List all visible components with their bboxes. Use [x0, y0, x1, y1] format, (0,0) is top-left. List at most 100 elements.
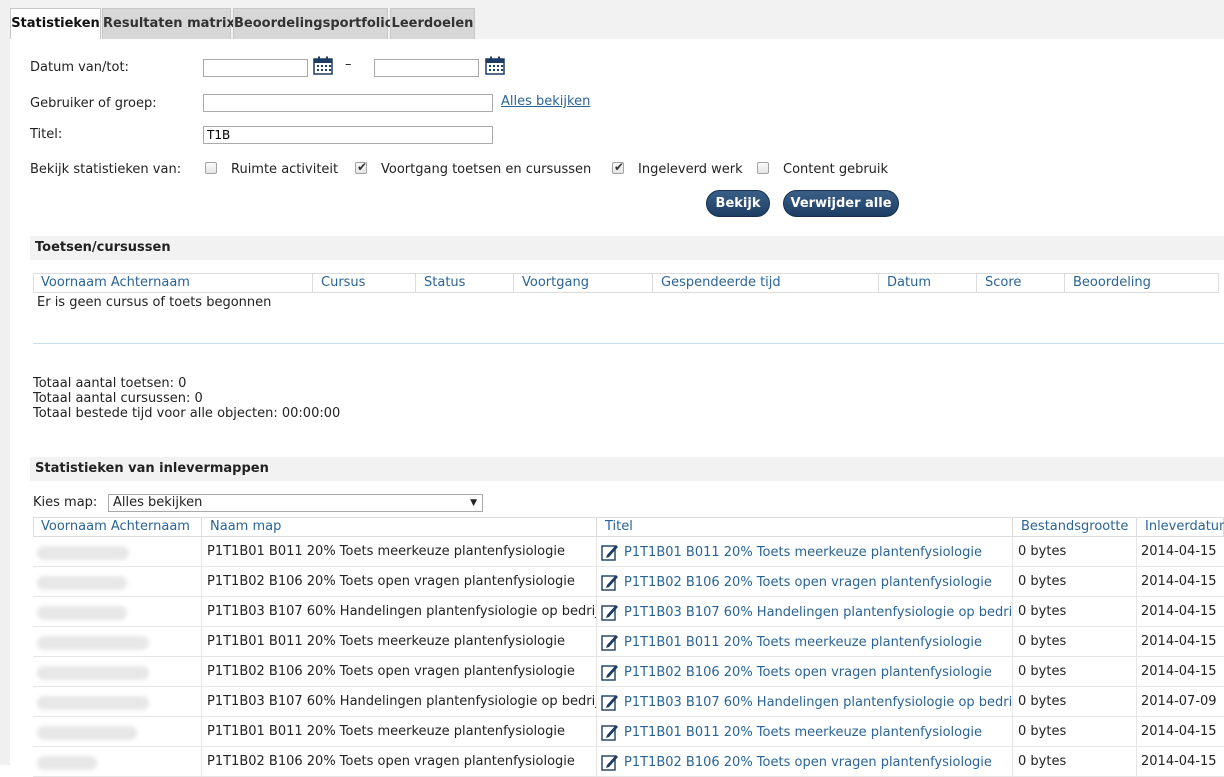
- file-size-cell: 0 bytes: [1013, 537, 1137, 567]
- file-size-cell: 0 bytes: [1013, 687, 1137, 717]
- edit-icon[interactable]: [601, 723, 619, 741]
- file-size-cell: 0 bytes: [1013, 567, 1137, 597]
- title-link[interactable]: P1T1B02 B106 20% Toets open vragen plant…: [624, 748, 992, 777]
- tab-bar: Statistieken Resultaten matrix Beoordeli…: [10, 0, 1224, 39]
- column-header[interactable]: Datum: [880, 274, 977, 292]
- tab-statistieken[interactable]: Statistieken: [10, 8, 101, 39]
- stats-of-label: Bekijk statistieken van:: [30, 162, 182, 177]
- checkbox-ingeleverd-werk[interactable]: ✔: [612, 160, 625, 174]
- submission-date-cell: 2014-04-15: [1141, 544, 1217, 559]
- user-input[interactable]: [203, 94, 493, 112]
- table-row: P1T1B02 B106 20% Toets open vragen plant…: [33, 567, 1224, 597]
- edit-icon[interactable]: [601, 753, 619, 771]
- table-row: P1T1B01 B011 20% Toets meerkeuze planten…: [33, 717, 1224, 747]
- title-label: Titel:: [30, 127, 63, 142]
- title-link[interactable]: P1T1B02 B106 20% Toets open vragen plant…: [624, 658, 992, 687]
- edit-icon[interactable]: [601, 573, 619, 591]
- tab-leerdoelen[interactable]: Leerdoelen: [390, 8, 475, 39]
- checkbox-label: Voortgang toetsen en cursussen: [381, 162, 592, 177]
- title-cell: P1T1B03 B107 60% Handelingen plantenfysi…: [597, 597, 1013, 627]
- folder-name-cell: P1T1B02 B106 20% Toets open vragen plant…: [202, 657, 597, 687]
- column-header[interactable]: Bestandsgrootte: [1014, 518, 1137, 536]
- folder-name-cell: P1T1B02 B106 20% Toets open vragen plant…: [202, 567, 597, 597]
- column-header[interactable]: Inleverdatum: [1138, 518, 1224, 536]
- date-separator: –: [345, 57, 352, 72]
- title-link[interactable]: P1T1B03 B107 60% Handelingen plantenfysi…: [624, 688, 1012, 717]
- title-input[interactable]: [203, 126, 493, 144]
- total-time: Totaal bestede tijd voor alle objecten: …: [33, 406, 341, 421]
- empty-message: Er is geen cursus of toets begonnen: [37, 295, 272, 310]
- edit-icon[interactable]: [601, 693, 619, 711]
- page: Statistieken Resultaten matrix Beoordeli…: [0, 0, 1224, 777]
- submission-date-cell: 2014-04-15: [1141, 604, 1217, 619]
- title-link[interactable]: P1T1B03 B107 60% Handelingen plantenfysi…: [624, 598, 1012, 627]
- column-header[interactable]: Titel: [598, 518, 1013, 536]
- checkbox-label: Ingeleverd werk: [638, 162, 743, 177]
- column-header[interactable]: Beoordeling: [1066, 274, 1218, 292]
- edit-icon[interactable]: [601, 543, 619, 561]
- redacted-name: [37, 576, 127, 590]
- view-all-link[interactable]: Alles bekijken: [501, 94, 590, 109]
- title-link[interactable]: P1T1B02 B106 20% Toets open vragen plant…: [624, 568, 992, 597]
- column-header[interactable]: Cursus: [314, 274, 416, 292]
- column-header[interactable]: Gespendeerde tijd: [654, 274, 879, 292]
- view-button[interactable]: Bekijk: [706, 190, 770, 217]
- checkbox-label: Ruimte activiteit: [231, 162, 339, 177]
- calendar-icon[interactable]: [313, 56, 333, 75]
- title-cell: P1T1B01 B011 20% Toets meerkeuze planten…: [597, 537, 1013, 567]
- folder-name-cell: P1T1B01 B011 20% Toets meerkeuze planten…: [202, 717, 597, 747]
- folder-select[interactable]: Alles bekijken ▼: [108, 494, 483, 512]
- tab-resultaten-matrix[interactable]: Resultaten matrix: [102, 8, 235, 39]
- title-cell: P1T1B02 B106 20% Toets open vragen plant…: [597, 657, 1013, 687]
- table-row: P1T1B01 B011 20% Toets meerkeuze planten…: [33, 627, 1224, 657]
- column-header[interactable]: Score: [978, 274, 1065, 292]
- table-row: P1T1B01 B011 20% Toets meerkeuze planten…: [33, 537, 1224, 567]
- file-size-cell: 0 bytes: [1013, 717, 1137, 747]
- column-header[interactable]: Naam map: [203, 518, 597, 536]
- title-link[interactable]: P1T1B01 B011 20% Toets meerkeuze planten…: [624, 628, 982, 657]
- checkbox-voortgang[interactable]: ✔: [355, 160, 367, 174]
- user-name-cell: [33, 687, 202, 717]
- redacted-name: [37, 756, 97, 770]
- checkbox-ruimte-activiteit[interactable]: [205, 162, 217, 174]
- edit-icon[interactable]: [601, 663, 619, 681]
- tab-beoordelingsportfolio[interactable]: Beoordelingsportfolio: [233, 8, 394, 39]
- table-row: P1T1B02 B106 20% Toets open vragen plant…: [33, 657, 1224, 687]
- column-header[interactable]: Voornaam Achternaam: [34, 274, 313, 292]
- total-courses: Totaal aantal cursussen: 0: [33, 391, 203, 406]
- date-to-input[interactable]: [374, 59, 479, 77]
- tests-table-header: Voornaam Achternaam Cursus Status Voortg…: [33, 273, 1219, 293]
- file-size-cell: 0 bytes: [1013, 747, 1137, 777]
- divider: [33, 343, 1224, 344]
- file-size-cell: 0 bytes: [1013, 597, 1137, 627]
- delete-all-button[interactable]: Verwijder alle: [783, 190, 899, 217]
- redacted-name: [37, 606, 127, 620]
- title-cell: P1T1B02 B106 20% Toets open vragen plant…: [597, 567, 1013, 597]
- user-name-cell: [33, 717, 202, 747]
- column-header[interactable]: Voortgang: [515, 274, 653, 292]
- date-from-input[interactable]: [203, 59, 308, 77]
- title-cell: P1T1B01 B011 20% Toets meerkeuze planten…: [597, 627, 1013, 657]
- column-header[interactable]: Status: [417, 274, 514, 292]
- submission-date-cell: 2014-04-15: [1141, 754, 1217, 769]
- user-name-cell: [33, 597, 202, 627]
- chevron-down-icon: ▼: [470, 498, 477, 508]
- redacted-name: [37, 546, 129, 560]
- folder-select-value: Alles bekijken: [113, 495, 203, 510]
- title-link[interactable]: P1T1B01 B011 20% Toets meerkeuze planten…: [624, 538, 982, 567]
- folder-name-cell: P1T1B03 B107 60% Handelingen plantenfysi…: [202, 597, 597, 627]
- edit-icon[interactable]: [601, 603, 619, 621]
- table-row: P1T1B02 B106 20% Toets open vragen plant…: [33, 747, 1224, 777]
- redacted-name: [37, 696, 149, 710]
- checkbox-content-gebruik[interactable]: [757, 162, 769, 174]
- column-header[interactable]: Voornaam Achternaam: [34, 518, 202, 536]
- redacted-name: [37, 726, 137, 740]
- redacted-name: [37, 636, 149, 650]
- edit-icon[interactable]: [601, 633, 619, 651]
- title-cell: P1T1B02 B106 20% Toets open vragen plant…: [597, 747, 1013, 777]
- folders-section-heading: Statistieken van inlevermappen: [30, 457, 1224, 481]
- check-icon: ✔: [614, 160, 625, 174]
- calendar-icon[interactable]: [485, 56, 505, 75]
- title-link[interactable]: P1T1B01 B011 20% Toets meerkeuze planten…: [624, 718, 982, 747]
- file-size-cell: 0 bytes: [1013, 657, 1137, 687]
